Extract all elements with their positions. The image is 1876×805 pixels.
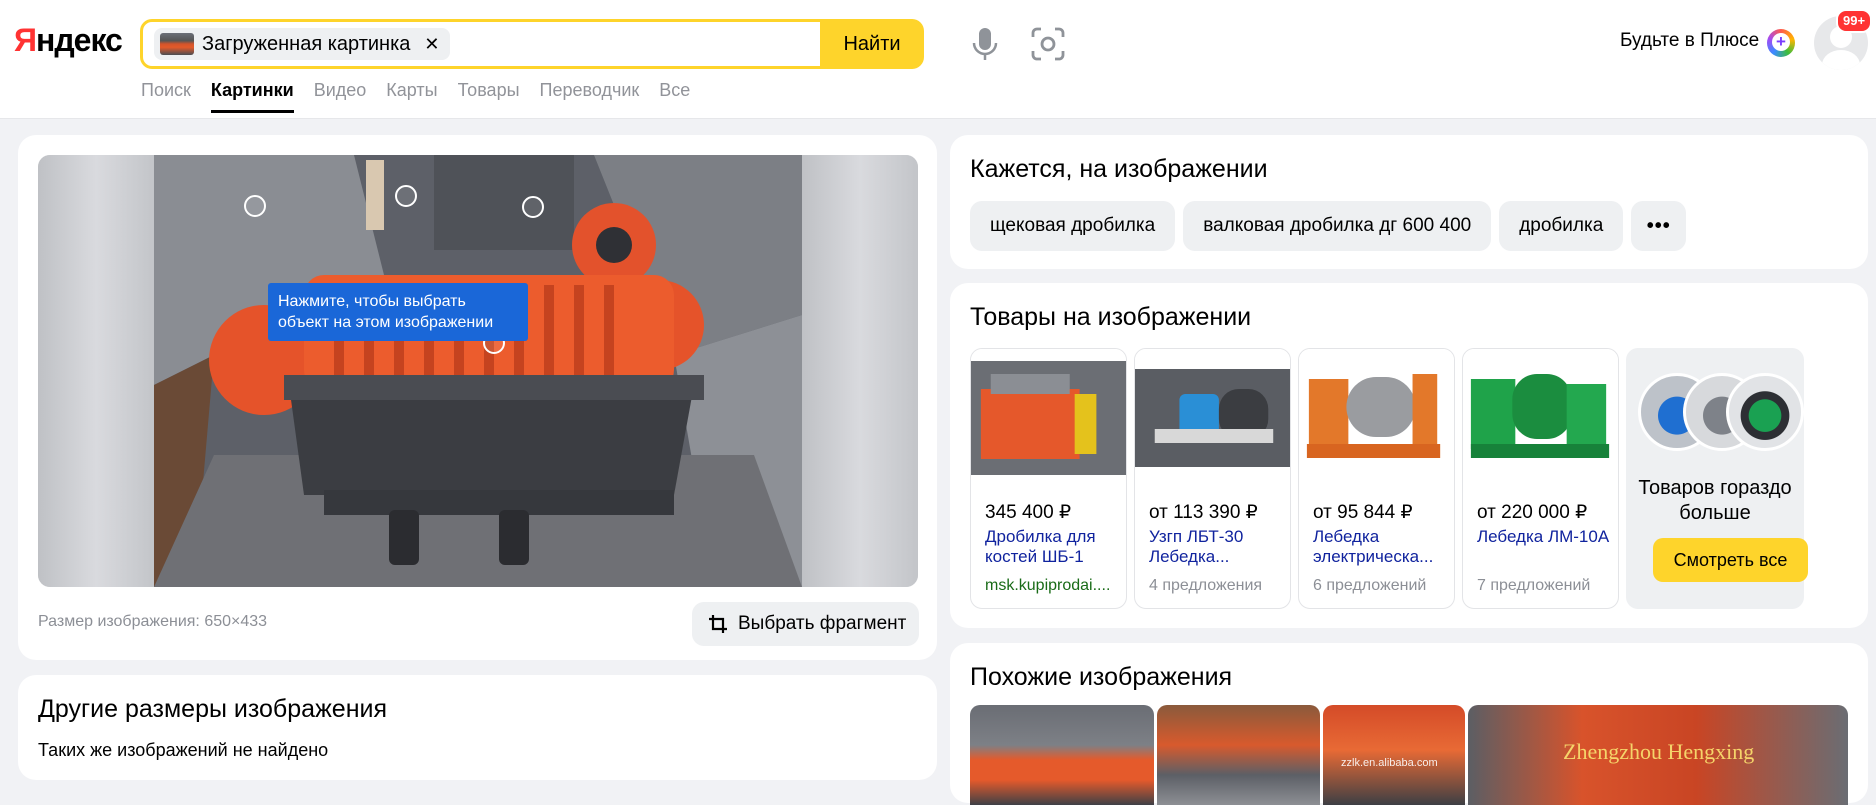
similar-title: Похожие изображения bbox=[970, 663, 1233, 691]
product-offers-count[interactable]: 7 предложений bbox=[1477, 577, 1590, 595]
product-image bbox=[1463, 349, 1618, 487]
product-price: от 113 390 ₽ bbox=[1149, 502, 1258, 523]
uploaded-image-chip-label: Загруженная картинка bbox=[202, 32, 411, 55]
object-marker[interactable] bbox=[244, 195, 266, 217]
uploaded-image-thumbnail bbox=[160, 33, 194, 55]
more-tags-button[interactable]: ••• bbox=[1631, 201, 1687, 251]
seems-on-image-card: Кажется, на изображении щековая дробилка… bbox=[950, 135, 1868, 269]
tab-translator[interactable]: Переводчик bbox=[540, 80, 640, 113]
yandex-plus-icon[interactable] bbox=[1767, 29, 1795, 57]
search-bar[interactable]: Загруженная картинка ✕ bbox=[140, 19, 922, 69]
products-card: Товары на изображении 345 400 ₽ Дробилка… bbox=[950, 283, 1868, 628]
product-name-link[interactable]: Узгп ЛБТ-30 Лебедка... bbox=[1149, 527, 1284, 567]
similar-image[interactable]: zzlk.en.alibaba.com bbox=[1323, 705, 1465, 805]
image-blur-left bbox=[38, 155, 154, 587]
more-products-label: Товаров гораздо больше bbox=[1638, 477, 1792, 524]
seems-tag[interactable]: щековая дробилка bbox=[970, 201, 1176, 251]
other-sizes-title: Другие размеры изображения bbox=[38, 695, 387, 723]
seems-tag[interactable]: валковая дробилка дг 600 400 bbox=[1183, 201, 1492, 251]
tab-maps[interactable]: Карты bbox=[386, 80, 437, 113]
seems-tag[interactable]: дробилка bbox=[1499, 201, 1624, 251]
uploaded-photo[interactable] bbox=[154, 155, 802, 587]
product-price: 345 400 ₽ bbox=[985, 502, 1072, 523]
more-products-card[interactable]: Товаров гораздо больше Смотреть все bbox=[1626, 348, 1808, 609]
product-image bbox=[1299, 349, 1454, 487]
product-card[interactable]: от 95 844 ₽ Лебедка электрическа... 6 пр… bbox=[1298, 348, 1455, 609]
microphone-icon[interactable] bbox=[970, 26, 1000, 62]
camera-search-icon[interactable] bbox=[1030, 26, 1066, 62]
tab-products[interactable]: Товары bbox=[458, 80, 520, 113]
search-tabs: Поиск Картинки Видео Карты Товары Переводчик В… bbox=[141, 80, 710, 113]
product-offers-count[interactable]: 4 предложения bbox=[1149, 577, 1262, 595]
product-offers-count[interactable]: 6 предложений bbox=[1313, 577, 1426, 595]
product-card[interactable]: от 113 390 ₽ Узгп ЛБТ-30 Лебедка... 4 пр… bbox=[1134, 348, 1291, 609]
more-products-thumbnails bbox=[1638, 373, 1804, 453]
image-viewer[interactable]: Нажмите, чтобы выбрать объект на этом из… bbox=[38, 155, 918, 587]
notification-badge: 99+ bbox=[1836, 9, 1873, 33]
tab-search[interactable]: Поиск bbox=[141, 80, 191, 113]
tab-images[interactable]: Картинки bbox=[210, 80, 294, 113]
product-price: от 220 000 ₽ bbox=[1477, 502, 1588, 523]
product-image bbox=[1135, 349, 1290, 487]
header: Яндекс Загруженная картинка ✕ Найти Будь… bbox=[0, 0, 1876, 119]
similar-image[interactable] bbox=[1157, 705, 1320, 805]
tab-video[interactable]: Видео bbox=[314, 80, 367, 113]
product-name-link[interactable]: Лебедка ЛМ-10А bbox=[1477, 527, 1612, 547]
crop-icon bbox=[709, 615, 727, 633]
product-name-link[interactable]: Дробилка для костей ШБ-1 bbox=[985, 527, 1120, 567]
product-name-link[interactable]: Лебедка электрическа... bbox=[1313, 527, 1448, 567]
select-fragment-button[interactable]: Выбрать фрагмент bbox=[692, 602, 919, 646]
object-select-hint: Нажмите, чтобы выбрать объект на этом из… bbox=[268, 283, 528, 341]
uploaded-image-chip[interactable]: Загруженная картинка ✕ bbox=[154, 28, 450, 60]
yandex-logo[interactable]: Яндекс bbox=[14, 22, 123, 59]
seems-tags: щековая дробилка валковая дробилка дг 60… bbox=[970, 201, 1687, 251]
tab-all[interactable]: Все bbox=[659, 80, 690, 113]
seems-title: Кажется, на изображении bbox=[970, 155, 1268, 183]
object-marker[interactable] bbox=[522, 196, 544, 218]
product-shop-link[interactable]: msk.kupiprodai.... bbox=[985, 577, 1110, 595]
product-card[interactable]: 345 400 ₽ Дробилка для костей ШБ-1 msk.k… bbox=[970, 348, 1127, 609]
similar-images-card: Похожие изображения zzlk.en.alibaba.com … bbox=[950, 643, 1868, 805]
products-title: Товары на изображении bbox=[970, 303, 1252, 331]
find-button[interactable]: Найти bbox=[820, 19, 924, 69]
image-blur-right bbox=[802, 155, 918, 587]
similar-images-row: zzlk.en.alibaba.com Zhengzhou Hengxing bbox=[970, 705, 1848, 805]
product-thumbnail bbox=[1726, 373, 1804, 451]
image-viewer-card: Нажмите, чтобы выбрать объект на этом из… bbox=[18, 135, 937, 660]
object-marker[interactable] bbox=[395, 185, 417, 207]
image-watermark: zzlk.en.alibaba.com bbox=[1341, 757, 1438, 769]
plus-promo-link[interactable]: Будьте в Плюсе bbox=[1620, 30, 1759, 52]
similar-image[interactable] bbox=[970, 705, 1154, 805]
other-sizes-card: Другие размеры изображения Таких же изоб… bbox=[18, 675, 937, 780]
similar-image[interactable]: Zhengzhou Hengxing bbox=[1468, 705, 1848, 805]
other-sizes-subtitle: Таких же изображений не найдено bbox=[38, 740, 329, 760]
select-fragment-label: Выбрать фрагмент bbox=[738, 613, 907, 634]
product-image bbox=[971, 349, 1126, 487]
product-card[interactable]: от 220 000 ₽ Лебедка ЛМ-10А 7 предложени… bbox=[1462, 348, 1619, 609]
see-all-button[interactable]: Смотреть все bbox=[1653, 538, 1808, 582]
image-size-text: Размер изображения: 650×433 bbox=[38, 613, 268, 630]
image-watermark: Zhengzhou Hengxing bbox=[1563, 739, 1755, 764]
product-price: от 95 844 ₽ bbox=[1313, 502, 1413, 523]
close-icon[interactable]: ✕ bbox=[424, 34, 439, 55]
products-row: 345 400 ₽ Дробилка для костей ШБ-1 msk.k… bbox=[970, 348, 1808, 609]
